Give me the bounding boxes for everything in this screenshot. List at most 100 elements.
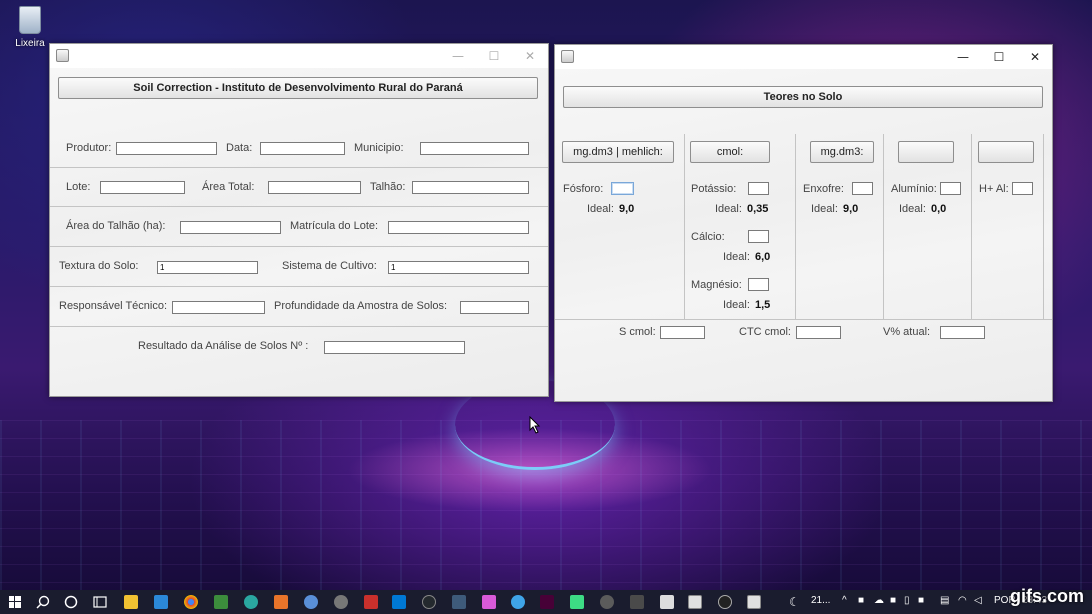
minimize-button[interactable]: — — [945, 45, 981, 69]
close-button[interactable]: ✕ — [1017, 45, 1053, 69]
lote-field[interactable] — [100, 181, 185, 194]
windows-start-icon[interactable] — [9, 596, 21, 608]
cloud-icon[interactable]: ☁ — [874, 595, 884, 606]
git-icon[interactable] — [214, 595, 228, 609]
textura-field[interactable]: 1 — [157, 261, 258, 274]
app-icon[interactable] — [244, 595, 258, 609]
recycle-bin-label: Lixeira — [15, 38, 45, 49]
window-titlebar[interactable]: — ☐ ✕ — [555, 45, 1052, 69]
fosforo-field[interactable] — [611, 182, 634, 195]
column-separator — [1043, 134, 1044, 319]
unit-button-mgdm3[interactable]: mg.dm3: — [810, 141, 874, 163]
calcio-ideal-value: 6,0 — [755, 251, 771, 263]
area-talhao-label: Área do Talhão (ha): — [66, 220, 166, 232]
java-app-icon[interactable] — [688, 595, 702, 609]
watermark: gifs.com — [1009, 586, 1084, 606]
java-app-icon[interactable] — [747, 595, 761, 609]
unit-button-cmol[interactable]: cmol: — [690, 141, 770, 163]
app-icon[interactable] — [511, 595, 525, 609]
maximize-button[interactable]: ☐ — [981, 45, 1017, 69]
enxofre-ideal-label: Ideal: — [811, 203, 838, 215]
soil-correction-header-button[interactable]: Soil Correction - Instituto de Desenvolv… — [58, 77, 538, 99]
municipio-label: Municipio: — [354, 142, 404, 154]
close-button[interactable]: ✕ — [512, 44, 548, 68]
recycle-bin-icon — [19, 6, 41, 34]
network-icon[interactable]: ▤ — [940, 595, 949, 606]
profundidade-field[interactable] — [460, 301, 529, 314]
resultado-label: Resultado da Análise de Solos Nº : — [138, 340, 309, 352]
wifi-icon[interactable]: ◠ — [958, 595, 967, 606]
fosforo-ideal-value: 9,0 — [619, 203, 635, 215]
teores-no-solo-header-button[interactable]: Teores no Solo — [563, 86, 1043, 108]
area-talhao-field[interactable] — [180, 221, 281, 234]
java-app-icon — [561, 50, 574, 63]
app-icon[interactable] — [304, 595, 318, 609]
hal-label: H+ Al: — [979, 183, 1009, 195]
municipio-field[interactable] — [420, 142, 529, 155]
responsavel-field[interactable] — [172, 301, 265, 314]
unit-button-empty-1[interactable] — [898, 141, 954, 163]
window-titlebar[interactable]: — ☐ ✕ — [50, 44, 548, 68]
recycle-bin[interactable]: Lixeira — [10, 6, 50, 49]
app-icon[interactable] — [334, 595, 348, 609]
search-icon[interactable] — [36, 595, 50, 609]
calcio-field[interactable] — [748, 230, 769, 243]
data-field[interactable] — [260, 142, 345, 155]
produtor-field[interactable] — [116, 142, 217, 155]
ctc-cmol-field[interactable] — [796, 326, 841, 339]
camera-icon[interactable]: ■ — [918, 595, 924, 606]
tray-app-icon[interactable]: ■ — [858, 595, 864, 606]
weather-moon-icon[interactable]: ☾ — [789, 595, 800, 609]
talhao-field[interactable] — [412, 181, 529, 194]
aluminio-ideal-label: Ideal: — [899, 203, 926, 215]
xd-icon[interactable] — [540, 595, 554, 609]
file-explorer-icon[interactable] — [124, 595, 138, 609]
weather-text[interactable]: 21... — [811, 595, 830, 606]
hal-field[interactable] — [1012, 182, 1033, 195]
window-content: Teores no Solo mg.dm3 | mehlich: cmol: m… — [555, 69, 1052, 401]
unit-button-mehlich[interactable]: mg.dm3 | mehlich: — [562, 141, 674, 163]
tray-app-icon[interactable]: ■ — [890, 595, 896, 606]
magnesio-ideal-value: 1,5 — [755, 299, 771, 311]
sistema-field[interactable]: 1 — [388, 261, 529, 274]
aluminio-field[interactable] — [940, 182, 961, 195]
volume-icon[interactable]: ◁ — [974, 595, 982, 606]
chrome-icon[interactable] — [184, 595, 198, 609]
app-icon[interactable] — [274, 595, 288, 609]
resultado-field[interactable] — [324, 341, 465, 354]
acrobat-icon[interactable] — [364, 595, 378, 609]
separator — [50, 286, 548, 287]
potassio-field[interactable] — [748, 182, 769, 195]
cortana-icon[interactable] — [64, 595, 78, 609]
minimize-button[interactable]: — — [440, 44, 476, 68]
maximize-button[interactable]: ☐ — [476, 44, 512, 68]
app-icon[interactable] — [452, 595, 466, 609]
enxofre-field[interactable] — [852, 182, 873, 195]
calcio-ideal-label: Ideal: — [723, 251, 750, 263]
separator — [50, 206, 548, 207]
magnesio-field[interactable] — [748, 278, 769, 291]
responsavel-label: Responsável Técnico: — [59, 300, 168, 312]
v-atual-field[interactable] — [940, 326, 985, 339]
app-icon[interactable] — [482, 595, 496, 609]
app-icon[interactable] — [600, 595, 614, 609]
matricula-field[interactable] — [388, 221, 529, 234]
battery-icon[interactable]: ▯ — [904, 595, 910, 606]
mail-icon[interactable] — [154, 595, 168, 609]
chevron-up-icon[interactable]: ^ — [842, 595, 847, 606]
github-icon[interactable] — [422, 595, 436, 609]
app-icon[interactable] — [630, 595, 644, 609]
area-total-field[interactable] — [268, 181, 361, 194]
vscode-icon[interactable] — [392, 595, 406, 609]
android-icon[interactable] — [570, 595, 584, 609]
app-icon[interactable] — [718, 595, 732, 609]
task-view-icon[interactable] — [93, 595, 107, 609]
matricula-label: Matrícula do Lote: — [290, 220, 379, 232]
s-cmol-label: S cmol: — [619, 326, 656, 338]
unit-button-empty-2[interactable] — [978, 141, 1034, 163]
app-icon[interactable] — [660, 595, 674, 609]
mouse-cursor-icon — [529, 416, 541, 434]
magnesio-label: Magnésio: — [691, 279, 742, 291]
s-cmol-field[interactable] — [660, 326, 705, 339]
enxofre-ideal-value: 9,0 — [843, 203, 859, 215]
